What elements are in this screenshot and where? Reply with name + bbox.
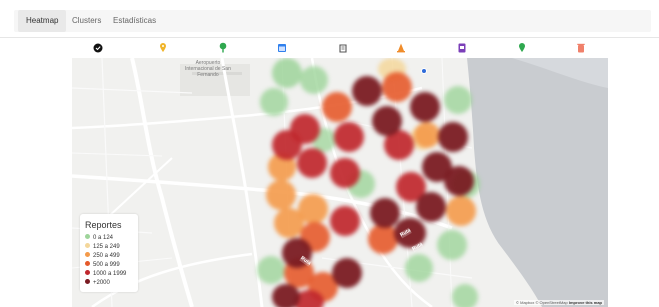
tree-icon[interactable] [216,41,230,55]
heat-spot [410,92,440,122]
heat-spot [257,256,285,284]
legend: Reportes 0 a 124 125 a 249 250 a 499 500… [80,214,138,292]
trash-icon[interactable] [574,41,588,55]
heat-spot [382,72,412,102]
attribution-text[interactable]: © Mapbox © OpenStreetMap [516,300,568,305]
document-icon[interactable] [455,41,469,55]
legend-swatch [85,269,90,275]
heat-spot [416,192,446,222]
legend-item: 1000 a 1999 [85,269,127,279]
heat-spot [438,122,468,152]
legend-item: 500 a 999 [85,260,120,270]
legend-label: 0 a 124 [93,235,114,241]
heat-spot [452,284,478,307]
heat-spot [330,158,360,188]
filter-bar [0,38,659,58]
heat-spot [370,198,400,228]
heat-spot [266,180,296,210]
heat-spot [297,148,327,178]
heat-spot [290,114,320,144]
tab-estadisticas[interactable]: Estadísticas [105,10,164,32]
building-icon[interactable] [336,41,350,55]
legend-swatch [85,260,90,266]
tab-heatmap[interactable]: Heatmap [18,10,67,32]
heat-spot [446,196,476,226]
heat-spot [300,66,328,94]
heat-spot [405,254,433,282]
map-attribution: © Mapbox © OpenStreetMap Improve this ma… [514,300,604,305]
tab-clusters[interactable]: Clusters [64,10,109,32]
calendar-icon[interactable] [275,41,289,55]
heat-spot [272,58,302,88]
heat-spot [334,122,364,152]
legend-item: 0 a 124 [85,233,114,243]
heat-spot [352,76,382,106]
legend-item: 125 a 249 [85,242,120,252]
legend-swatch [85,242,90,248]
heatmap-layer [72,58,608,307]
legend-label: 500 a 999 [93,262,120,268]
legend-item: 250 a 499 [85,251,120,261]
heat-spot [260,88,288,116]
tab-bar: Heatmap Clusters Estadísticas [0,0,659,38]
heat-spot [330,206,360,236]
legend-swatch [85,233,90,239]
location-icon[interactable] [515,41,529,55]
legend-swatch [85,278,90,284]
heat-spot [444,166,474,196]
legend-title: Reportes [85,220,122,230]
location-marker[interactable] [421,68,427,74]
heat-spot [322,92,352,122]
legend-label: 250 a 499 [93,253,120,259]
legend-swatch [85,251,90,257]
heat-spot [372,106,402,136]
legend-item: +2000 [85,278,110,288]
heat-spot [444,86,472,114]
heat-spot [272,284,300,307]
heat-spot [332,258,362,288]
legend-label: 125 a 249 [93,244,120,250]
heat-spot [414,122,440,148]
legend-label: 1000 a 1999 [93,271,127,277]
cone-icon[interactable] [394,41,408,55]
legend-label: +2000 [93,280,110,286]
pin-icon[interactable] [156,41,170,55]
app-root: Heatmap Clusters Estadísticas Aeropuerto… [0,0,659,307]
improve-map-link[interactable]: Improve this map [569,300,602,305]
heatmap-map[interactable]: AeropuertoInternacional de SanFernando [72,58,608,307]
circle-all-icon[interactable] [91,41,105,55]
heat-spot [437,230,467,260]
